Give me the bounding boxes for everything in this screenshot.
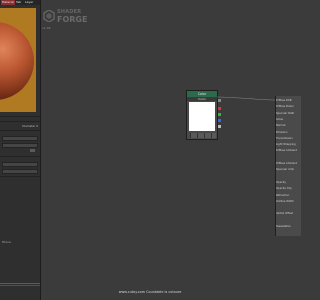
version-label: v1.38 [42,26,51,30]
node-toggle[interactable] [204,133,211,138]
input-row[interactable]: Specular RGB [276,112,301,116]
input-row[interactable] [276,156,301,160]
logo-text-forge: FORGE [57,15,88,24]
input-row[interactable]: Tessellation [276,225,301,229]
edit-button[interactable] [30,149,35,152]
node-bottom-bar [188,133,216,138]
input-row[interactable]: Opacity Clip [276,187,301,191]
connection-wire [217,96,277,101]
tab-2[interactable]: Tab [16,0,21,5]
node-toggle[interactable] [211,133,216,138]
input-row[interactable]: Light Wrapping [276,143,301,147]
input-row[interactable] [276,219,301,223]
setting-field[interactable] [2,162,38,167]
input-row[interactable] [276,206,301,210]
input-row[interactable]: Specular Amb [276,168,301,172]
input-row[interactable]: Diffuse Ambient [276,149,301,153]
output-b-connector[interactable] [218,119,221,122]
node-toggle[interactable] [190,133,197,138]
divider [0,130,40,131]
input-row[interactable]: Opacity [276,181,301,185]
tab-material[interactable]: Material [1,0,15,5]
input-row[interactable]: Diffuse RGB [276,99,301,103]
setting-field[interactable] [2,169,38,174]
shader-forge-logo: SHADER FORGE [43,8,87,26]
divider [0,176,40,177]
node-toggle[interactable] [197,133,204,138]
input-row[interactable]: Transmission [276,137,301,141]
input-row[interactable]: Outline Width [276,200,301,204]
input-row[interactable]: Refraction [276,194,301,198]
setting-field[interactable] [2,136,38,141]
output-a-connector[interactable] [218,125,221,128]
output-g-connector[interactable] [218,113,221,116]
title-bar: Material Tab Layer [0,0,40,5]
logo-hex-icon [43,10,55,22]
divider [0,121,40,122]
phone-label: Phone [2,240,11,244]
green-divider [0,285,40,286]
color-node[interactable]: Color Color [186,90,221,140]
divider [0,116,40,117]
green-divider [0,283,40,284]
output-r-connector[interactable] [218,107,221,110]
left-panel: Material Tab Layer Diameter 0 Phone [0,0,41,300]
setting-field[interactable] [2,143,38,148]
tab-3[interactable]: Layer [25,0,33,5]
input-row[interactable]: Diffuse Ambient [276,162,301,166]
diameter-label: Diameter 0 [22,124,38,128]
preview-sphere [0,22,34,100]
node-subtitle: Color [187,97,217,101]
input-row[interactable] [276,175,301,179]
main-material-node[interactable]: Diffuse RGB Diffuse Power Specular RGB Glos… [275,96,301,236]
input-row[interactable]: Emission [276,131,301,135]
color-swatch[interactable] [189,102,215,131]
material-preview[interactable] [0,8,36,112]
footer-credit: www.cutoy.com Countable is cutoure [118,290,182,294]
divider [0,156,40,157]
input-row[interactable]: Gloss [276,118,301,122]
input-row[interactable]: Normal [276,124,301,128]
input-row[interactable]: Vertex Offset [276,212,301,216]
input-row[interactable]: Diffuse Power [276,105,301,109]
